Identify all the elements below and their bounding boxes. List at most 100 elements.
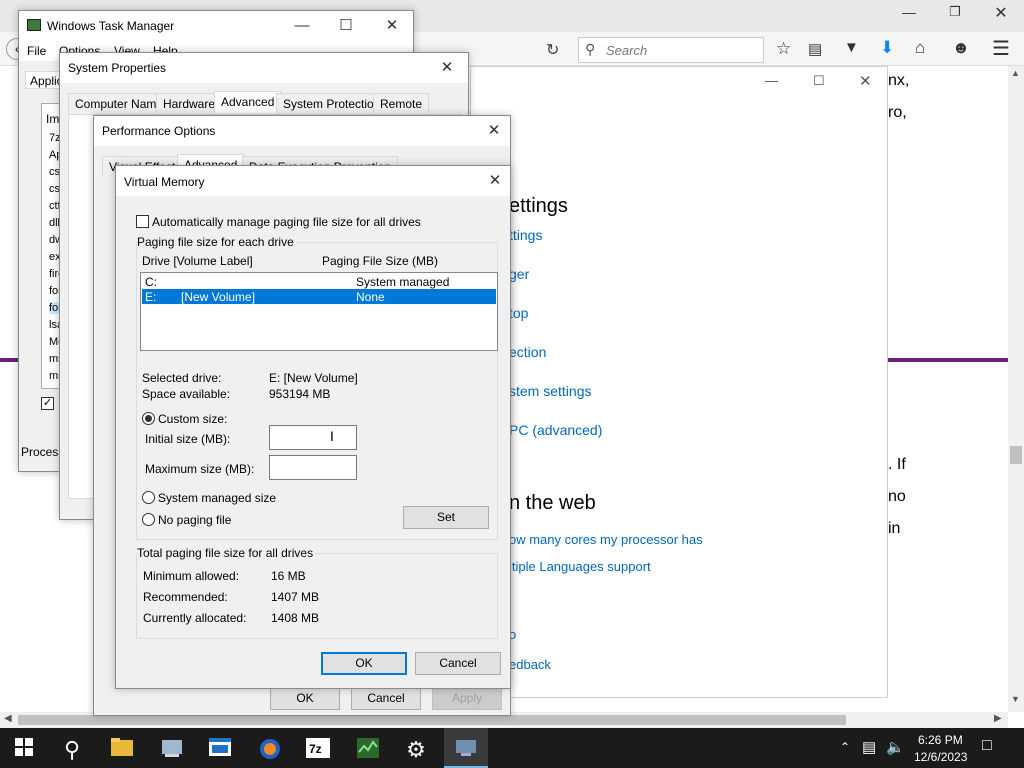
- initial-size-label: Initial size (MB):: [145, 432, 231, 446]
- table-row[interactable]: C: System managed: [142, 274, 496, 289]
- performance-options-titlebar: Performance Options ✕: [94, 116, 510, 146]
- tab-hardware[interactable]: Hardware: [156, 93, 223, 113]
- scroll-up-arrow-icon[interactable]: ▲: [1011, 68, 1020, 78]
- initial-size-input[interactable]: I: [269, 425, 357, 450]
- remote-icon[interactable]: [452, 738, 480, 762]
- taskbar-time[interactable]: 6:26 PM: [918, 733, 963, 747]
- settings-link-4[interactable]: ection: [509, 344, 546, 360]
- vertical-scroll-thumb[interactable]: [1010, 446, 1022, 464]
- task-manager-maximize-button[interactable]: ☐: [323, 11, 369, 41]
- text-cursor-icon: I: [330, 428, 334, 444]
- drive-letter: C:: [145, 275, 157, 289]
- browser-close-button[interactable]: ✕: [986, 3, 1016, 25]
- max-size-input[interactable]: [269, 455, 357, 480]
- task-manager-minimize-button[interactable]: —: [279, 11, 325, 41]
- perf-cancel-button[interactable]: Cancel: [351, 687, 421, 710]
- perf-apply-button[interactable]: Apply: [432, 687, 502, 710]
- volume-icon[interactable]: 🔈: [886, 738, 905, 756]
- page-text-2: ro,: [888, 104, 907, 121]
- browser-restore-button[interactable]: ❐: [940, 4, 970, 26]
- page-text-1: nx,: [888, 72, 910, 89]
- virtual-memory-close-button[interactable]: ✕: [480, 166, 510, 196]
- show-processes-checkbox[interactable]: ✓: [41, 397, 54, 410]
- window-icon[interactable]: [206, 738, 234, 762]
- settings-link-2[interactable]: ger: [509, 266, 529, 282]
- min-allowed-label: Minimum allowed:: [143, 569, 240, 583]
- scroll-left-arrow-icon[interactable]: ◀: [4, 713, 12, 724]
- settings-link-5[interactable]: stem settings: [509, 383, 591, 399]
- firefox-icon[interactable]: [256, 738, 284, 762]
- auto-manage-label[interactable]: Automatically manage paging file size fo…: [152, 215, 421, 229]
- search-box[interactable]: ⚲ Search: [578, 37, 764, 63]
- web-link-2[interactable]: ltiple Languages support: [509, 559, 651, 574]
- tab-remote[interactable]: Remote: [373, 93, 430, 113]
- scroll-down-arrow-icon[interactable]: ▼: [1011, 694, 1020, 704]
- col-size-header: Paging File Size (MB): [322, 254, 439, 268]
- star-icon[interactable]: ☆: [776, 39, 791, 59]
- download-icon[interactable]: ⬇: [880, 38, 894, 58]
- tab-advanced[interactable]: Advanced: [214, 91, 282, 113]
- no-paging-label[interactable]: No paging file: [158, 513, 231, 527]
- start-icon[interactable]: [10, 738, 38, 762]
- space-available-label: Space available:: [142, 387, 231, 401]
- drive-letter: E:: [145, 290, 157, 304]
- settings-maximize-button[interactable]: ☐: [813, 73, 825, 89]
- scroll-right-arrow-icon[interactable]: ▶: [994, 713, 1002, 724]
- system-icon[interactable]: [158, 738, 186, 762]
- page-text-5: in: [888, 520, 901, 537]
- set-button[interactable]: Set: [403, 506, 489, 529]
- system-managed-radio[interactable]: [142, 491, 155, 504]
- file-explorer-icon[interactable]: [108, 738, 136, 762]
- recommended-value: 1407 MB: [271, 590, 320, 604]
- settings-icon[interactable]: ⚙: [402, 738, 430, 762]
- no-paging-radio[interactable]: [142, 513, 155, 526]
- recommended-label: Recommended:: [143, 590, 228, 604]
- task-manager-icon[interactable]: [354, 738, 382, 762]
- tab-system-protection[interactable]: System Protection: [276, 93, 388, 113]
- allocated-value: 1408 MB: [271, 611, 320, 625]
- system-properties-close-button[interactable]: ✕: [432, 53, 462, 83]
- vm-cancel-button[interactable]: Cancel: [415, 652, 501, 675]
- drive-list[interactable]: C: System managed E: [New Volume] None: [140, 272, 498, 351]
- horizontal-scroll-thumb[interactable]: [18, 715, 846, 725]
- process-list-header[interactable]: Im: [46, 112, 59, 126]
- reading-list-icon[interactable]: ▤: [808, 40, 822, 58]
- auto-manage-checkbox[interactable]: [136, 215, 149, 228]
- home-icon[interactable]: ⌂: [915, 38, 925, 58]
- settings-minimize-button[interactable]: —: [765, 73, 778, 88]
- task-manager-icon: [27, 19, 41, 31]
- vm-ok-button[interactable]: OK: [321, 652, 407, 675]
- chevron-up-icon[interactable]: ⌃: [840, 740, 850, 754]
- pocket-icon[interactable]: ▼: [844, 39, 859, 56]
- web-link-1[interactable]: ow many cores my processor has: [509, 532, 703, 547]
- vertical-scrollbar[interactable]: ▲ ▼: [1008, 66, 1024, 712]
- account-icon[interactable]: ☻: [952, 38, 970, 58]
- settings-link-6[interactable]: PC (advanced): [509, 422, 602, 438]
- hamburger-icon[interactable]: ☰: [992, 36, 1010, 61]
- settings-link-3[interactable]: top: [509, 305, 528, 321]
- tab-computer-name[interactable]: Computer Name: [68, 93, 171, 113]
- web-link-4[interactable]: edback: [509, 657, 551, 672]
- search-icon[interactable]: ⚲: [58, 738, 86, 762]
- search-icon: ⚲: [585, 41, 596, 57]
- browser-minimize-button[interactable]: —: [894, 4, 924, 26]
- system-managed-label[interactable]: System managed size: [158, 491, 276, 505]
- settings-heading-1: ettings: [509, 195, 568, 217]
- svg-text:7z: 7z: [309, 742, 322, 756]
- notification-icon[interactable]: □: [982, 737, 992, 755]
- taskbar-date[interactable]: 12/6/2023: [914, 750, 967, 764]
- network-icon[interactable]: ▤: [862, 738, 876, 756]
- 7zip-icon[interactable]: 7z: [304, 738, 332, 762]
- table-row[interactable]: E: [New Volume] None: [142, 289, 496, 304]
- custom-size-radio[interactable]: [142, 412, 155, 425]
- settings-close-button[interactable]: ✕: [859, 72, 872, 90]
- menu-file[interactable]: File: [27, 44, 46, 58]
- custom-size-label[interactable]: Custom size:: [158, 412, 227, 426]
- task-manager-close-button[interactable]: ✕: [369, 11, 415, 41]
- page-text-3: . If: [888, 456, 906, 473]
- perf-ok-button[interactable]: OK: [270, 687, 340, 710]
- virtual-memory-titlebar: Virtual Memory ✕: [116, 166, 510, 196]
- performance-options-close-button[interactable]: ✕: [479, 116, 509, 146]
- reload-icon[interactable]: ↻: [546, 40, 559, 60]
- settings-link-1[interactable]: ttings: [509, 227, 542, 243]
